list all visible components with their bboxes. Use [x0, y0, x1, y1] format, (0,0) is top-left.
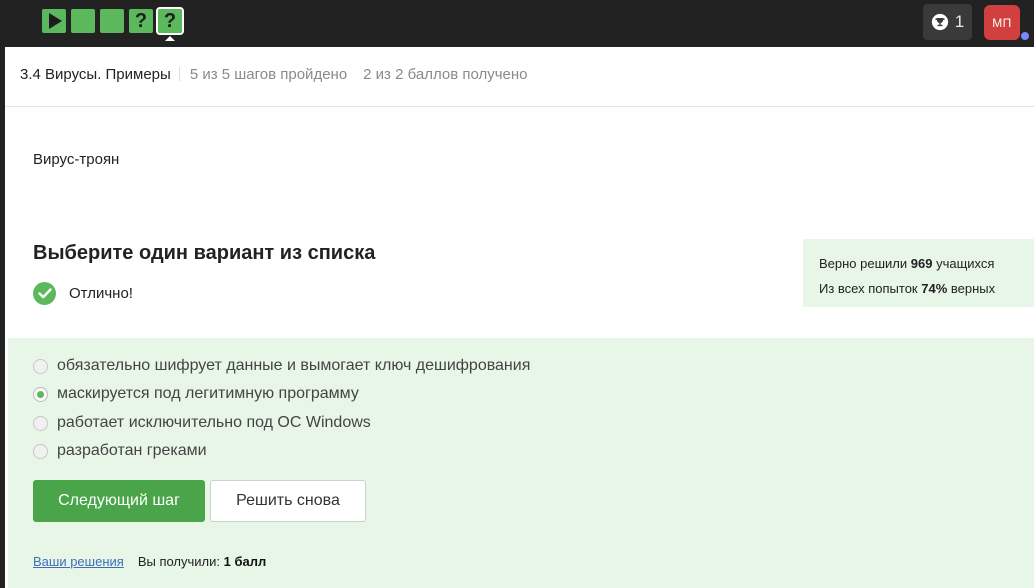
- score-text: Вы получили: 1 балл: [138, 554, 266, 569]
- quiz-status: Отлично!: [33, 282, 133, 305]
- steps-progress: 5 из 5 шагов пройдено: [189, 66, 348, 83]
- top-navigation-bar: ? ? 1 МП: [0, 0, 1034, 47]
- notification-dot: [1021, 32, 1029, 40]
- trophy-count: 1: [954, 12, 965, 31]
- score-footer: Ваши решения Вы получили: 1 балл: [33, 554, 266, 569]
- check-circle-icon: [33, 282, 56, 305]
- radio-button-checked[interactable]: [33, 386, 48, 402]
- step-quiz-5-current[interactable]: ?: [156, 7, 184, 35]
- left-panel-edge: [0, 47, 5, 588]
- quiz-title: Выберите один вариант из списка: [33, 242, 376, 264]
- answer-option[interactable]: работает исключительно под ОС Windows: [33, 414, 371, 432]
- step-question-text: Вирус-троян: [33, 151, 120, 168]
- score-value: 1 балл: [223, 554, 267, 569]
- current-step-caret: [165, 36, 175, 41]
- radio-button[interactable]: [33, 358, 48, 374]
- step-text-3[interactable]: [100, 9, 124, 33]
- answer-option-label: маскируется под легитимную программу: [57, 385, 359, 402]
- answers-panel: [8, 338, 1034, 588]
- header-divider-line: [5, 106, 1034, 107]
- solved-count: 969: [910, 256, 933, 271]
- lesson-title: 3.4 Вирусы. Примеры: [20, 66, 171, 83]
- answer-option[interactable]: обязательно шифрует данные и вымогает кл…: [33, 357, 530, 375]
- lesson-header: 3.4 Вирусы. Примеры 5 из 5 шагов пройдено…: [20, 66, 528, 83]
- your-solutions-link[interactable]: Ваши решения: [33, 554, 124, 569]
- status-text: Отлично!: [69, 285, 133, 302]
- achievements-button[interactable]: 1: [923, 4, 972, 40]
- lesson-steps-bar: ? ?: [42, 7, 184, 35]
- radio-button[interactable]: [33, 443, 48, 459]
- attempts-stat: Из всех попыток 74% верных: [819, 281, 996, 296]
- step-video-play[interactable]: [42, 9, 66, 33]
- score-label: Вы получили:: [137, 554, 221, 569]
- answer-option-label: работает исключительно под ОС Windows: [57, 414, 371, 431]
- answer-option-selected[interactable]: маскируется под легитимную программу: [33, 385, 359, 403]
- header-divider: [178, 67, 180, 81]
- answer-option-label: разработан греками: [57, 442, 207, 459]
- trophy-icon: [931, 13, 948, 31]
- attempts-percent: 74%: [921, 281, 948, 296]
- step-text-2[interactable]: [71, 9, 95, 33]
- step-quiz-4[interactable]: ?: [129, 9, 153, 33]
- user-avatar[interactable]: МП: [984, 5, 1020, 40]
- stats-box: Верно решили 969 учащихся Из всех попыто…: [803, 239, 1034, 307]
- next-step-button[interactable]: Следующий шаг: [33, 480, 205, 522]
- retry-button[interactable]: Решить снова: [210, 480, 366, 522]
- radio-button[interactable]: [33, 415, 48, 431]
- points-progress: 2 из 2 баллов получено: [363, 66, 528, 83]
- solved-stat: Верно решили 969 учащихся: [819, 256, 995, 271]
- play-icon: [49, 13, 62, 29]
- answer-option-label: обязательно шифрует данные и вымогает кл…: [57, 357, 531, 374]
- answer-option[interactable]: разработан греками: [33, 442, 207, 460]
